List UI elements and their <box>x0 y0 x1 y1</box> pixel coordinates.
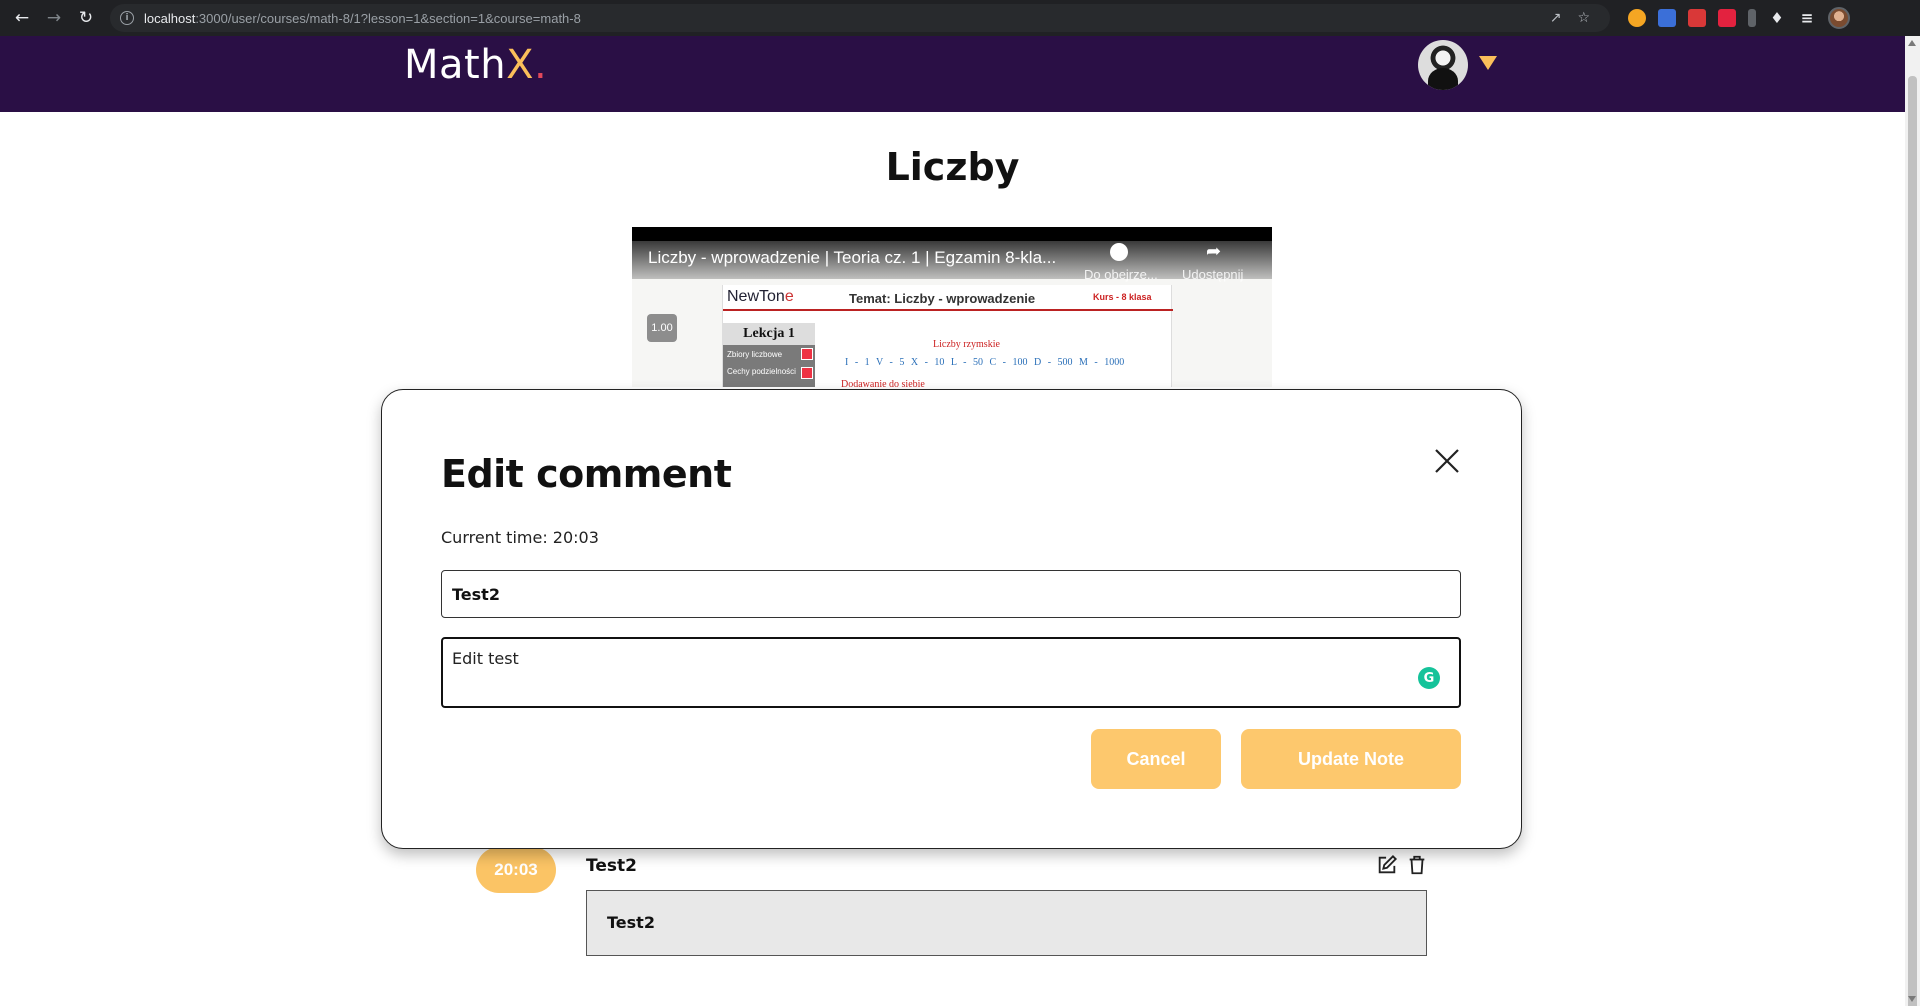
extension-red-gift-icon[interactable] <box>1688 9 1706 27</box>
video-lesson-item: Cechy podzielności <box>727 367 796 376</box>
video-roman-heading: Liczby rzymskie <box>933 339 1000 350</box>
edit-icon[interactable] <box>1376 854 1398 876</box>
video-lesson-label: Lekcja 1 <box>723 323 815 345</box>
share-icon[interactable]: ➦ <box>1206 241 1221 262</box>
video-title[interactable]: Liczby - wprowadzenie | Teoria cz. 1 | E… <box>648 248 1056 268</box>
share-label[interactable]: Udostępnij <box>1182 267 1243 282</box>
user-avatar[interactable] <box>1418 40 1468 90</box>
trash-icon[interactable] <box>1406 853 1428 877</box>
logo-dot: . <box>533 42 548 88</box>
current-time-label: Current time: 20:03 <box>441 528 599 547</box>
scroll-down-icon[interactable] <box>1908 996 1916 1002</box>
modal-title: Edit comment <box>441 452 732 496</box>
user-menu-caret-icon[interactable] <box>1479 56 1497 70</box>
forward-icon[interactable]: → <box>38 0 70 36</box>
extension-gray-icon[interactable] <box>1748 9 1756 27</box>
browser-toolbar: ← → ↻ i localhost :3000/user/courses/mat… <box>0 0 1920 36</box>
video-roman-values: I - 1 V - 5 X - 10 L - 50 C - 100 D - 50… <box>845 357 1125 368</box>
video-course-tag: Kurs - 8 klasa <box>1093 292 1152 302</box>
cancel-button[interactable]: Cancel <box>1091 729 1221 789</box>
scrollbar-thumb[interactable] <box>1908 76 1917 1006</box>
site-info-icon[interactable]: i <box>120 11 134 25</box>
bookmark-star-icon[interactable]: ☆ <box>1577 10 1590 26</box>
watch-later-icon[interactable] <box>1110 243 1128 261</box>
scroll-up-icon[interactable] <box>1908 40 1916 46</box>
back-icon[interactable]: ← <box>6 0 38 36</box>
comment-body-textarea[interactable]: Edit test <box>441 637 1461 708</box>
comment-body: Test2 <box>586 890 1427 956</box>
address-bar[interactable]: i localhost :3000/user/courses/math-8/1?… <box>110 4 1610 32</box>
playback-speed[interactable]: 1.00 <box>647 314 677 342</box>
comment-title: Test2 <box>586 856 637 876</box>
comment-title-input[interactable] <box>441 570 1461 618</box>
comment-time-badge[interactable]: 20:03 <box>476 847 556 893</box>
video-top-bar <box>632 227 1272 241</box>
extension-orange-icon[interactable] <box>1628 9 1646 27</box>
url-host: localhost <box>144 10 196 26</box>
video-frame-sheet: NewTone Temat: Liczby - wprowadzenie Kur… <box>722 285 1173 387</box>
grammarly-icon[interactable]: G <box>1418 667 1440 689</box>
reload-icon[interactable]: ↻ <box>70 0 102 36</box>
logo-text: Math <box>404 42 507 88</box>
video-topic: Temat: Liczby - wprowadzenie <box>849 291 1036 306</box>
share-page-icon[interactable]: ↗ <box>1550 10 1562 26</box>
update-note-button[interactable]: Update Note <box>1241 729 1461 789</box>
browser-profile-icon[interactable] <box>1828 7 1850 29</box>
extension-red-m-icon[interactable] <box>1718 9 1736 27</box>
lesson-item-box <box>801 348 813 360</box>
video-add-text: Dodawanie do siebie <box>841 379 925 387</box>
edit-comment-modal: Edit comment Current time: 20:03 Edit te… <box>381 389 1522 849</box>
mathx-logo[interactable]: MathX. <box>404 42 547 88</box>
url-path: :3000/user/courses/math-8/1?lesson=1&sec… <box>195 10 581 26</box>
watch-later-label[interactable]: Do obejrze... <box>1084 267 1158 282</box>
logo-x: X <box>506 42 534 88</box>
newtone-brand: NewTone <box>727 288 794 305</box>
close-icon[interactable] <box>1432 446 1462 476</box>
extensions-puzzle-icon[interactable]: ♦ <box>1768 9 1786 27</box>
lesson-item-box <box>801 367 813 379</box>
page-scrollbar[interactable] <box>1905 36 1920 1006</box>
extension-blue-icon[interactable] <box>1658 9 1676 27</box>
reading-list-icon[interactable]: ≡ <box>1798 9 1816 27</box>
page-title: Liczby <box>885 145 1020 189</box>
video-lesson-item: Zbiory liczbowe <box>727 350 783 359</box>
app-header: MathX. <box>0 36 1905 112</box>
video-player[interactable]: NewTone Temat: Liczby - wprowadzenie Kur… <box>632 227 1272 387</box>
